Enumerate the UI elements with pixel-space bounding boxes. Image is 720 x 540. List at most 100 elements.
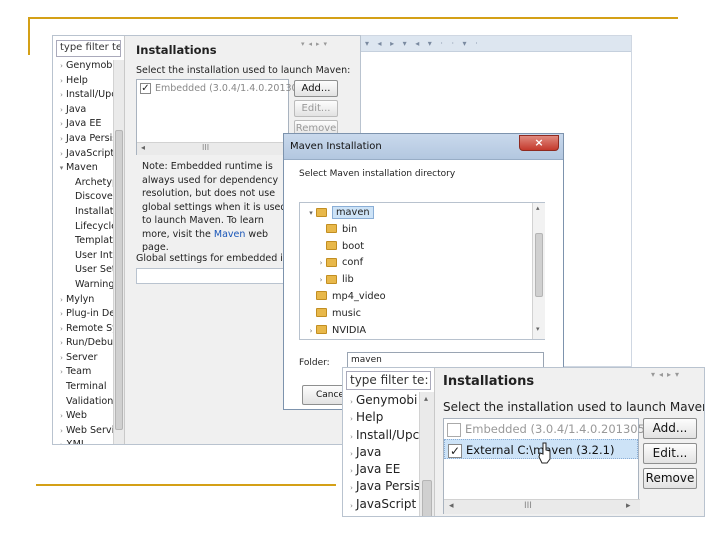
tree-scrollbar[interactable] [113,60,124,444]
list-hscrollbar[interactable]: ◂ III [137,142,290,155]
tree-item-label: Web [66,410,87,422]
add-button[interactable]: Add... [294,80,338,97]
collapsed-arrow-icon[interactable]: › [347,463,356,478]
folder-label: mp4_video [332,290,386,302]
edit-button[interactable]: Edit... [294,100,338,117]
collapsed-arrow-icon[interactable]: › [347,498,356,513]
front-filter-input[interactable]: type filter te: [346,371,431,390]
tree-item-label: Genymobi [356,393,418,407]
collapsed-arrow-icon[interactable]: › [57,365,66,380]
collapsed-arrow-icon[interactable]: › [57,132,66,147]
tree-item-label: User Set [75,264,116,276]
front-tree-scroll-thumb[interactable] [422,480,432,516]
top-accent-rule [30,17,678,19]
folder-icon [326,257,337,267]
collapsed-arrow-icon[interactable]: › [347,411,356,426]
collapsed-arrow-icon[interactable]: › [57,336,66,351]
preferences-tree: type filter te: › Genymobi › Help › Install/U… [53,36,125,444]
tree-item-label: Team [66,366,92,378]
collapsed-arrow-icon[interactable]: › [347,446,356,461]
tree-item-label: Templat [75,235,113,247]
collapsed-arrow-icon[interactable]: › [57,147,66,162]
front-remove-button[interactable]: Remove [643,468,697,489]
front-scroll-right-icon[interactable]: ▸ [626,501,631,511]
tree-item-label: Java [66,103,87,115]
installation-checkbox[interactable]: ✓ [140,83,151,94]
expanded-arrow-icon[interactable]: ▾ [57,161,66,176]
folder-label: bin [342,223,358,235]
collapsed-arrow-icon[interactable]: › [316,255,326,272]
scroll-down-icon[interactable]: ▾ [536,325,540,333]
front-tree-scrollbar[interactable]: ▴ [419,392,434,516]
collapsed-arrow-icon[interactable]: › [57,293,66,308]
tree-item-label: Install/Upc [66,89,117,101]
tree-item-label: Java EE [356,462,401,477]
scroll-left-icon[interactable]: ◂ [141,143,145,152]
folder-item[interactable]: boot [300,239,544,256]
tree-scroll-thumb[interactable] [115,130,123,430]
collapsed-arrow-icon[interactable]: › [57,74,66,89]
tree-item-label: Help [356,410,384,425]
collapsed-arrow-icon[interactable]: › [57,438,66,444]
collapsed-arrow-icon[interactable]: › [347,480,356,495]
folder-item[interactable]: › lib [300,272,544,289]
tree-item-label: Web Servi [66,424,115,436]
collapsed-arrow-icon[interactable]: › [57,322,66,337]
expanded-arrow-icon[interactable]: ▾ [306,205,316,222]
scroll-up-icon[interactable]: ▴ [536,204,540,212]
installation-row[interactable]: ✓ Embedded (3.0.4/1.4.0.201305 [137,80,304,98]
front-add-button[interactable]: Add... [643,418,697,439]
dialog-close-button[interactable]: × [519,135,559,151]
collapsed-arrow-icon[interactable]: › [306,323,316,340]
folder-item[interactable]: music [300,306,544,323]
collapsed-arrow-icon[interactable]: › [57,424,66,439]
tree-item-label: Maven [66,162,98,174]
bottom-accent-rule [36,484,336,486]
folder-item[interactable]: › conf [300,255,544,272]
filter-input[interactable]: type filter te: [56,40,121,57]
front-installations-pane: Installations ▾◂▸▾ Select the installati… [439,368,704,516]
collapsed-arrow-icon[interactable]: › [57,409,66,424]
folder-item[interactable]: › NVIDIA [300,323,544,340]
tree-item-label: Warning [75,278,115,290]
folder-scroll-thumb[interactable] [535,233,543,297]
external-checkbox[interactable]: ✓ [448,443,462,458]
collapsed-arrow-icon[interactable]: › [347,429,356,444]
view-menu-icons[interactable]: ▾◂▸▾ [301,40,331,48]
front-view-menu-icons[interactable]: ▾◂▸▾ [651,370,683,379]
tree-item-label: JavaScript [356,496,417,511]
front-edit-button[interactable]: Edit... [643,443,697,464]
embedded-checkbox[interactable] [447,422,461,437]
folder-scrollbar[interactable]: ▴ ▾ [532,203,545,339]
folder-item[interactable]: mp4_video [300,289,544,306]
collapsed-arrow-icon[interactable]: › [57,351,66,366]
collapsed-arrow-icon[interactable]: › [57,88,66,103]
collapsed-arrow-icon[interactable]: › [57,117,66,132]
collapsed-arrow-icon[interactable]: › [57,59,66,74]
folder-item[interactable]: bin [300,222,544,239]
eclipse-toolbar: ▾ ◂ ▸ ▾ ◂ ▾ · · ▾ · [359,36,631,52]
folder-item[interactable]: ▾ maven [300,205,544,222]
installation-row-embedded[interactable]: Embedded (3.0.4/1.4.0.201305 [444,419,645,439]
tree-item-label: Java EE [66,118,102,130]
global-settings-field[interactable] [136,268,286,284]
collapsed-arrow-icon[interactable]: › [316,272,326,289]
tree-item-label: Installati [75,205,117,217]
tree-item-label: Mylyn [66,293,95,305]
collapsed-arrow-icon[interactable]: › [57,307,66,322]
collapsed-arrow-icon[interactable]: › [347,394,356,409]
folder-label: conf [342,257,364,269]
tree-item-label: Lifecycle [75,220,118,232]
tree-item-label: Discover [75,191,117,203]
front-scroll-up-icon[interactable]: ▴ [424,394,428,403]
dialog-instruction: Select Maven installation directory [299,169,456,179]
front-preferences-tree: type filter te: › Genymobi › Help › Install/U… [343,368,435,516]
tree-item-label: Java Persis [356,479,421,494]
collapsed-arrow-icon[interactable]: › [57,103,66,118]
front-scroll-left-icon[interactable]: ◂ [449,501,454,511]
folder-icon [326,241,337,251]
front-list-hscrollbar[interactable]: ◂ III ▸ [444,499,640,514]
page-title: Installations [136,43,217,57]
scroll-grip-icon: III [202,143,210,152]
maven-link[interactable]: Maven [214,229,246,240]
